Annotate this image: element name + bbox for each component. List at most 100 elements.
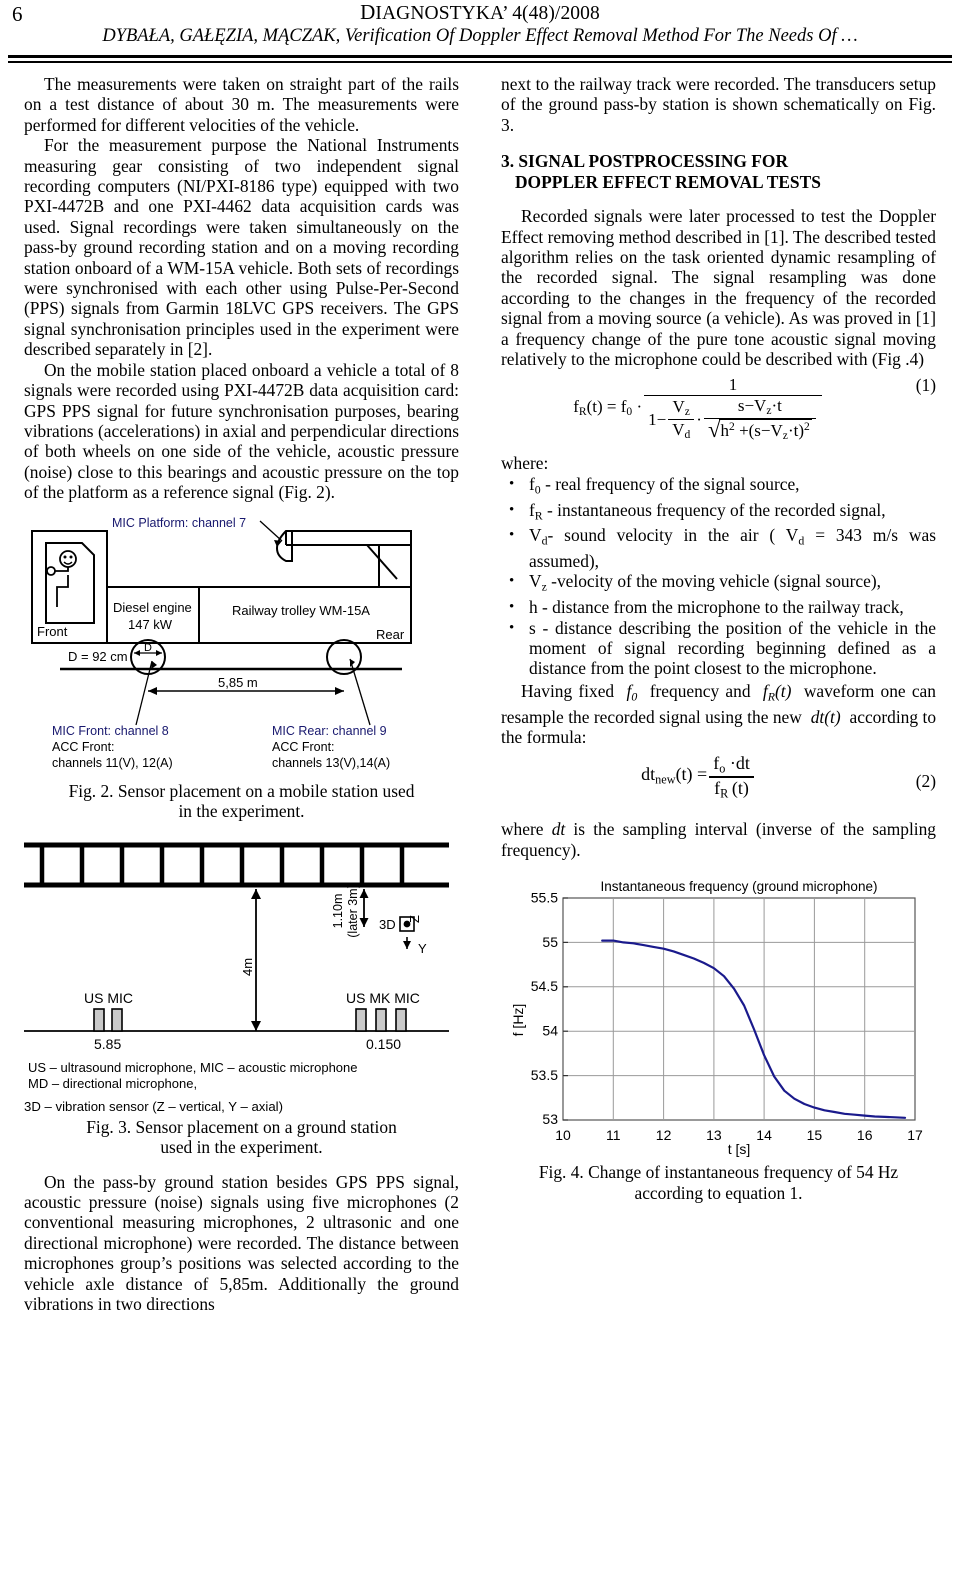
chart-xtick-0: 10: [555, 1127, 571, 1143]
equation-1-lhs: fR(t) = f0 ·: [573, 396, 643, 418]
figure-3-svg: 4m 1.10m (later 3m) 3D Z Y US MIC 5.85 U…: [24, 842, 449, 1091]
equation-2-number: (2): [915, 771, 936, 792]
chart-ytick-1: 53.5: [531, 1067, 558, 1083]
equation-1-position-ratio: s−Vz·t √ h2 +(s−Vz·t)2: [703, 395, 816, 444]
chart-ylabel: f [Hz]: [510, 1004, 526, 1037]
resample-text-b: frequency and: [649, 680, 751, 701]
section-heading-3: 3. SIGNAL POSTPROCESSING FOR DOPPLER EFF…: [501, 151, 936, 192]
chart-xtick-6: 16: [857, 1127, 873, 1143]
paragraph-equipment: For the measurement purpose the National…: [24, 135, 459, 360]
chart-ytick-3: 54.5: [531, 978, 558, 994]
chart-plot-area: [562, 897, 916, 1121]
equation-1-radicand: h2 +(s−Vz·t)2: [718, 419, 812, 443]
chart-svg: Instantaneous frequency (ground micropho…: [510, 879, 923, 1157]
figure2-diameter-label: D = 92 cm: [68, 649, 128, 664]
equation-1-block: (1) fR(t) = f0 · 1 1− Vz Vd · s−Vz·t √ h…: [501, 375, 936, 449]
figure-4-caption: Fig. 4. Change of instantaneous frequenc…: [501, 1162, 936, 1203]
chart-ytick-5: 55.5: [531, 890, 558, 906]
definition-vd: Vd- sound velocity in the air ( Vd = 343…: [503, 525, 936, 571]
variable-definitions-list: f0 - real frequency of the signal source…: [503, 474, 936, 679]
definition-vz: Vz -velocity of the moving vehicle (sign…: [503, 571, 936, 597]
definition-f0: f0 - real frequency of the signal source…: [503, 474, 936, 500]
figure2-trolley-label: Railway trolley WM-15A: [232, 603, 370, 618]
equation-1-multiply-dot: ·: [696, 410, 702, 430]
figure-2-caption: Fig. 2. Sensor placement on a mobile sta…: [24, 781, 459, 822]
figure-2-diagram: D Front Diesel engine 147 kW Railway tro…: [24, 509, 459, 779]
figure-3-caption: Fig. 3. Sensor placement on a ground sta…: [24, 1117, 459, 1158]
right-column: next to the railway track were recorded.…: [501, 74, 936, 1203]
chart-ytick-2: 54: [542, 1023, 558, 1039]
equation-1-velocity-ratio: Vz Vd: [668, 396, 695, 443]
paper-page: 6 DIAGNOSTYKA’ 4(48)/2008 DYBAŁA, GAŁĘZI…: [0, 0, 960, 1569]
equation-1-vz: Vz: [672, 396, 690, 419]
equation-2-denominator: fR (t): [714, 777, 749, 801]
equation-2-numerator: fo ·dt: [713, 753, 750, 776]
paragraph-track-recording: next to the railway track were recorded.…: [501, 74, 936, 135]
figure2-acc-front-channels: channels 11(V), 12(A): [52, 756, 173, 770]
chart-ytick-0: 53: [542, 1111, 558, 1127]
symbol-frt-italic: fR(t): [756, 680, 798, 704]
figure3-right-distance-label: 0.150: [366, 1036, 401, 1052]
figure3-left-sensor-label: US MIC: [84, 990, 133, 1006]
definition-fr: fR - instantaneous frequency of the reco…: [503, 500, 936, 526]
equation-1-outer-denominator: 1− Vz Vd · s−Vz·t √ h2 +(s−Vz·t)2: [644, 396, 822, 444]
running-head-authors: DYBAŁA, GAŁĘZIA, MĄCZAK, Verification Of…: [102, 26, 858, 46]
equation-2-fraction: fo ·dt fR (t): [709, 753, 754, 801]
chart-xlabel: t [s]: [728, 1141, 751, 1157]
equation-2-lhs: dtnew(t) =: [641, 764, 708, 787]
left-column: The measurements were taken on straight …: [24, 74, 459, 1315]
figure3-legend-line2: MD – directional microphone,: [28, 1076, 197, 1091]
equation-1-number: (1): [915, 375, 936, 396]
figure-2-caption-line1: Fig. 2. Sensor placement on a mobile sta…: [68, 780, 415, 801]
figure3-y-axis-label: Y: [418, 941, 427, 956]
header-rule-thin: [8, 61, 952, 63]
figure-3-caption-line2: used in the experiment.: [160, 1137, 323, 1158]
figure3-3d-label: 3D: [379, 917, 396, 932]
chart-xtick-4: 14: [756, 1127, 772, 1143]
where-label: where:: [501, 453, 549, 474]
chart-title: Instantaneous frequency (ground micropho…: [601, 879, 878, 894]
definition-h: h - distance from the microphone to the …: [503, 597, 936, 618]
figure3-left-distance-label: 5.85: [94, 1036, 121, 1052]
figure-4-caption-line2: according to equation 1.: [634, 1182, 803, 1203]
symbol-dt-italic: dt: [551, 819, 566, 840]
chart-xtick-2: 12: [656, 1127, 672, 1143]
figure2-rear-label: Rear: [376, 627, 405, 642]
figure2-engine-label-line2: 147 kW: [128, 617, 173, 632]
figure2-acc-front-label: ACC Front:: [52, 740, 115, 754]
paragraph-sampling-interval: where dt is the sampling interval (inver…: [501, 819, 936, 860]
equation-1: fR(t) = f0 · 1 1− Vz Vd · s−Vz·t √ h2 +(…: [501, 375, 936, 443]
page-header: 6 DIAGNOSTYKA’ 4(48)/2008 DYBAŁA, GAŁĘZI…: [0, 0, 960, 63]
equation-1-position-denominator: √ h2 +(s−Vz·t)2: [704, 418, 816, 443]
figure2-front-label: Front: [37, 624, 68, 639]
chart-ytick-4: 55: [542, 934, 558, 950]
equation-1-one-minus: 1−: [648, 410, 667, 430]
chart-xtick-7: 17: [907, 1127, 923, 1143]
definition-s: s - distance describing the position of …: [503, 618, 936, 679]
paragraph-measurements: The measurements were taken on straight …: [24, 74, 459, 135]
figure3-legend-line3: 3D – vibration sensor (Z – vertical, Y –…: [24, 1099, 283, 1115]
figure3-legend-line1: US – ultrasound microphone, MIC – acoust…: [28, 1060, 358, 1075]
chart-xtick-5: 15: [807, 1127, 823, 1143]
figure2-axle-distance-label: 5,85 m: [218, 675, 258, 690]
figure2-acc-rear-channels: channels 13(V),14(A): [272, 756, 390, 770]
figure2-mic-platform-label: MIC Platform: channel 7: [112, 516, 246, 530]
paragraph-postprocessing: Recorded signals were later processed to…: [501, 206, 936, 370]
header-rule-thick: [8, 55, 952, 58]
chart-xtick-3: 13: [706, 1127, 722, 1143]
figure3-4m-label: 4m: [240, 958, 255, 976]
figure-4-caption-line1: Fig. 4. Change of instantaneous frequenc…: [538, 1162, 899, 1183]
figure-2-svg: D Front Diesel engine 147 kW Railway tro…: [31, 516, 412, 770]
equation-1-vd: Vd: [672, 420, 691, 442]
figure3-110m-label-line1: 1.10m: [331, 894, 345, 929]
figure-2-caption-line2: in the experiment.: [178, 800, 305, 821]
section-heading-line1: 3. SIGNAL POSTPROCESSING FOR: [501, 151, 789, 172]
figure2-mic-rear-label: MIC Rear: channel 9: [272, 724, 387, 738]
figure-3-diagram: 4m 1.10m (later 3m) 3D Z Y US MIC 5.85 U…: [24, 827, 459, 1097]
symbol-f0-italic: f0: [620, 680, 638, 704]
equation-1-outer-numerator: 1: [728, 375, 738, 395]
symbol-dtt-italic: dt(t): [806, 706, 846, 727]
figure-4-chart: Instantaneous frequency (ground micropho…: [501, 870, 936, 1160]
equation-1-square-root: √ h2 +(s−Vz·t)2: [708, 418, 812, 443]
equation-1-position-numerator: s−Vz·t: [737, 395, 782, 418]
